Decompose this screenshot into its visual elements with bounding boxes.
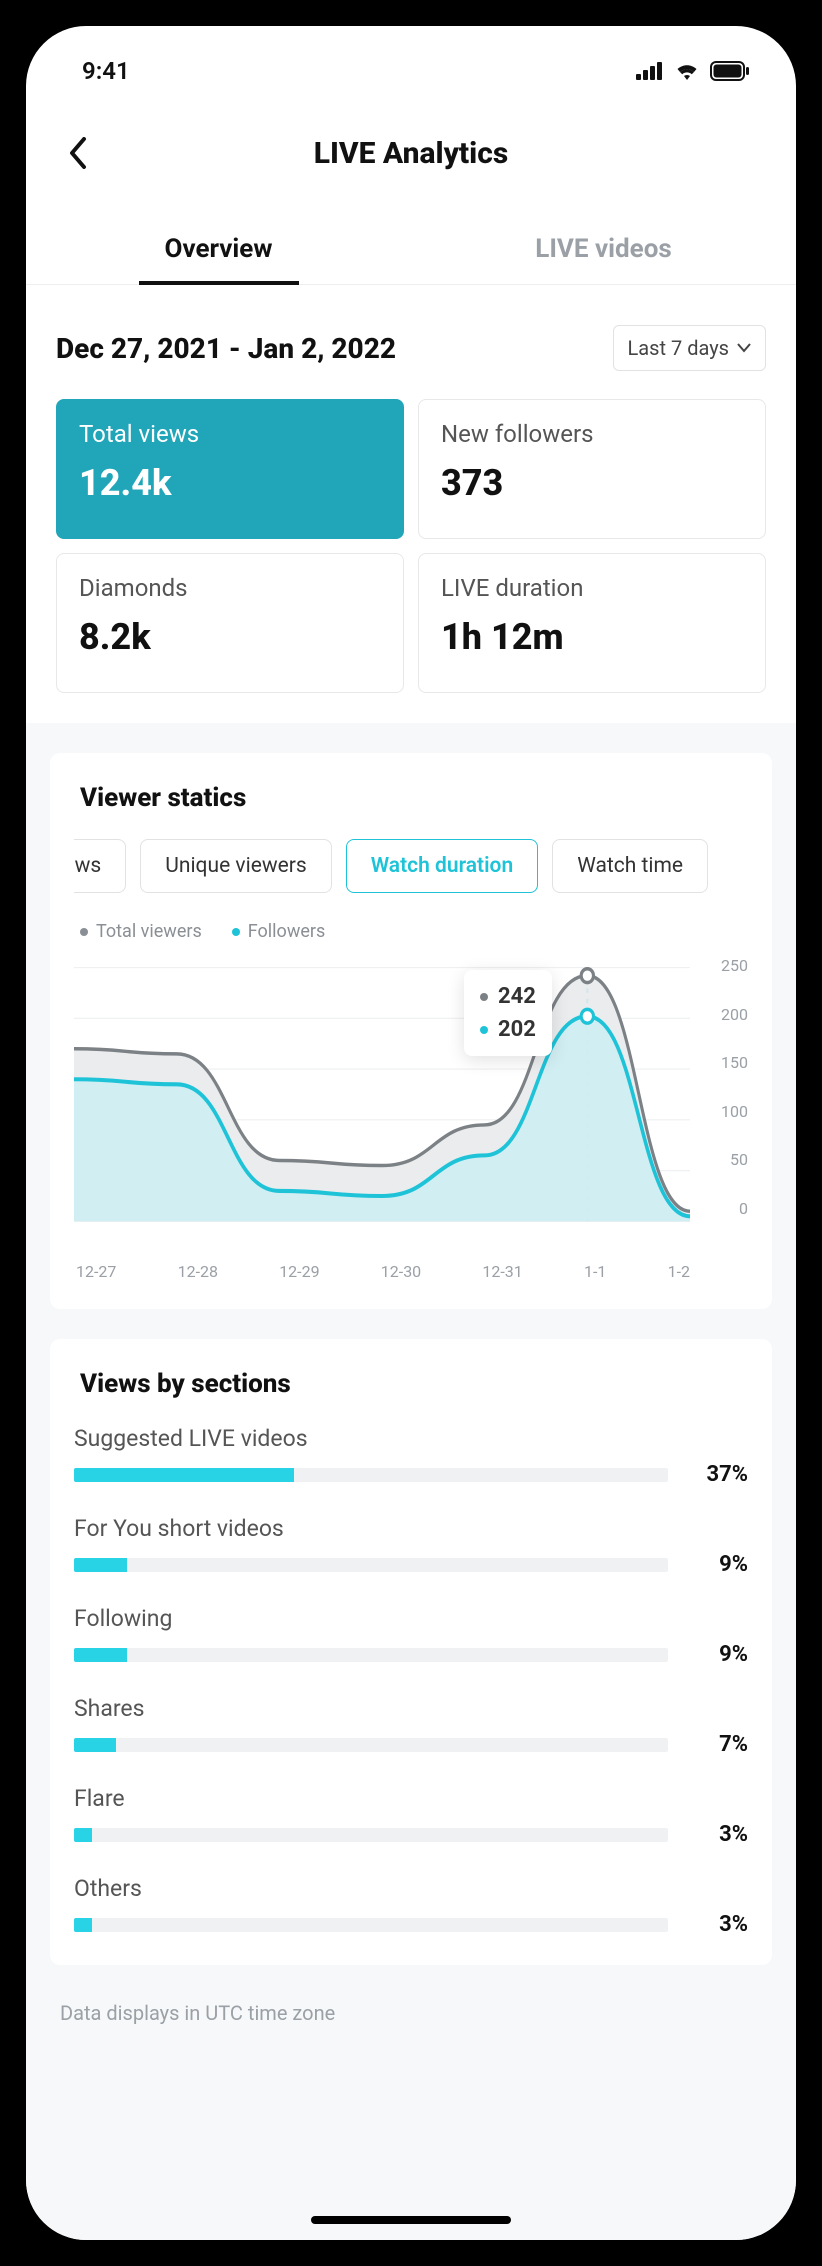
progress-track	[74, 1738, 668, 1752]
chip-label: Unique viewers	[165, 854, 306, 878]
tab-overview[interactable]: Overview	[26, 214, 411, 284]
progress-fill	[74, 1648, 127, 1662]
views-by-sections-list: Suggested LIVE videos 37% For You short …	[74, 1425, 748, 1937]
cellular-signal-icon	[636, 62, 664, 80]
chip-views[interactable]: Views	[74, 839, 126, 893]
chip-watch-duration[interactable]: Watch duration	[346, 839, 538, 893]
header: LIVE Analytics	[26, 116, 796, 190]
tab-label: LIVE videos	[535, 234, 672, 264]
tooltip-value: 202	[498, 1013, 536, 1046]
section-percent: 37%	[690, 1462, 748, 1487]
stat-value: 1h 12m	[441, 616, 743, 658]
section-row: For You short videos 9%	[74, 1515, 748, 1577]
views-by-sections-title: Views by sections	[74, 1369, 748, 1399]
stat-label: LIVE duration	[441, 574, 743, 602]
x-axis-labels: 12-2712-2812-2912-3012-311-11-2	[74, 1256, 748, 1281]
section-percent: 3%	[690, 1822, 748, 1847]
tooltip-value: 242	[498, 980, 536, 1013]
home-indicator[interactable]	[311, 2216, 511, 2224]
section-row: Flare 3%	[74, 1785, 748, 1847]
line-chart[interactable]: 242 202 250200150100500	[74, 956, 748, 1256]
wifi-icon	[674, 61, 700, 81]
back-button[interactable]	[52, 127, 104, 179]
stat-label: Total views	[79, 420, 381, 448]
legend-dot-icon	[232, 928, 240, 936]
viewer-stats-title: Viewer statics	[74, 783, 748, 813]
section-row: Others 3%	[74, 1875, 748, 1937]
section-row: Shares 7%	[74, 1695, 748, 1757]
legend-dot-icon	[80, 928, 88, 936]
chip-unique-viewers[interactable]: Unique viewers	[140, 839, 331, 893]
date-range-picker[interactable]: Last 7 days	[613, 325, 766, 371]
dot-icon	[480, 1026, 488, 1034]
chart-tooltip: 242 202	[464, 970, 552, 1056]
stat-card-live-duration[interactable]: LIVE duration 1h 12m	[418, 553, 766, 693]
status-time: 9:41	[82, 57, 130, 85]
progress-fill	[74, 1468, 294, 1482]
section-percent: 3%	[690, 1912, 748, 1937]
progress-track	[74, 1918, 668, 1932]
chevron-down-icon	[737, 343, 751, 353]
section-percent: 7%	[690, 1732, 748, 1757]
date-range-text: Dec 27, 2021 - Jan 2, 2022	[56, 332, 396, 365]
section-percent: 9%	[690, 1642, 748, 1667]
stat-label: New followers	[441, 420, 743, 448]
tab-label: Overview	[165, 234, 273, 264]
page-title: LIVE Analytics	[26, 136, 796, 171]
tab-live-videos[interactable]: LIVE videos	[411, 214, 796, 284]
progress-fill	[74, 1828, 92, 1842]
chip-label: Views	[74, 854, 101, 878]
stat-card-diamonds[interactable]: Diamonds 8.2k	[56, 553, 404, 693]
progress-fill	[74, 1918, 92, 1932]
date-range-picker-label: Last 7 days	[628, 336, 729, 360]
stat-value: 373	[441, 462, 743, 504]
section-percent: 9%	[690, 1552, 748, 1577]
stat-card-new-followers[interactable]: New followers 373	[418, 399, 766, 539]
section-label: Following	[74, 1605, 748, 1632]
legend-label: Total viewers	[96, 921, 202, 942]
progress-track	[74, 1468, 668, 1482]
chip-label: Watch time	[577, 854, 683, 878]
legend-followers: Followers	[232, 921, 326, 942]
stat-label: Diamonds	[79, 574, 381, 602]
views-by-sections-panel: Views by sections Suggested LIVE videos …	[50, 1339, 772, 1965]
stat-card-total-views[interactable]: Total views 12.4k	[56, 399, 404, 539]
metric-chip-row: Views Unique viewers Watch duration Watc…	[74, 839, 748, 893]
stat-value: 8.2k	[79, 616, 381, 658]
status-bar: 9:41	[26, 26, 796, 116]
legend-total-viewers: Total viewers	[80, 921, 202, 942]
legend-label: Followers	[248, 921, 326, 942]
dot-icon	[480, 993, 488, 1001]
chart-legend: Total viewers Followers	[74, 921, 748, 942]
footnote: Data displays in UTC time zone	[26, 1965, 796, 2085]
y-axis-labels: 250200150100500	[690, 956, 748, 1256]
section-label: Suggested LIVE videos	[74, 1425, 748, 1452]
progress-track	[74, 1558, 668, 1572]
section-row: Following 9%	[74, 1605, 748, 1667]
section-label: Shares	[74, 1695, 748, 1722]
stats-grid: Total views 12.4k New followers 373 Diam…	[26, 399, 796, 723]
chevron-left-icon	[68, 137, 88, 169]
section-row: Suggested LIVE videos 37%	[74, 1425, 748, 1487]
viewer-stats-panel: Viewer statics Views Unique viewers Watc…	[50, 753, 772, 1309]
progress-fill	[74, 1558, 127, 1572]
tabs: Overview LIVE videos	[26, 214, 796, 285]
battery-icon	[710, 61, 750, 81]
progress-fill	[74, 1738, 116, 1752]
date-row: Dec 27, 2021 - Jan 2, 2022 Last 7 days	[26, 285, 796, 399]
section-label: For You short videos	[74, 1515, 748, 1542]
chip-label: Watch duration	[371, 854, 513, 878]
progress-track	[74, 1828, 668, 1842]
status-icons	[636, 61, 750, 81]
section-label: Others	[74, 1875, 748, 1902]
section-label: Flare	[74, 1785, 748, 1812]
stat-value: 12.4k	[79, 462, 381, 504]
chip-watch-time[interactable]: Watch time	[552, 839, 708, 893]
progress-track	[74, 1648, 668, 1662]
